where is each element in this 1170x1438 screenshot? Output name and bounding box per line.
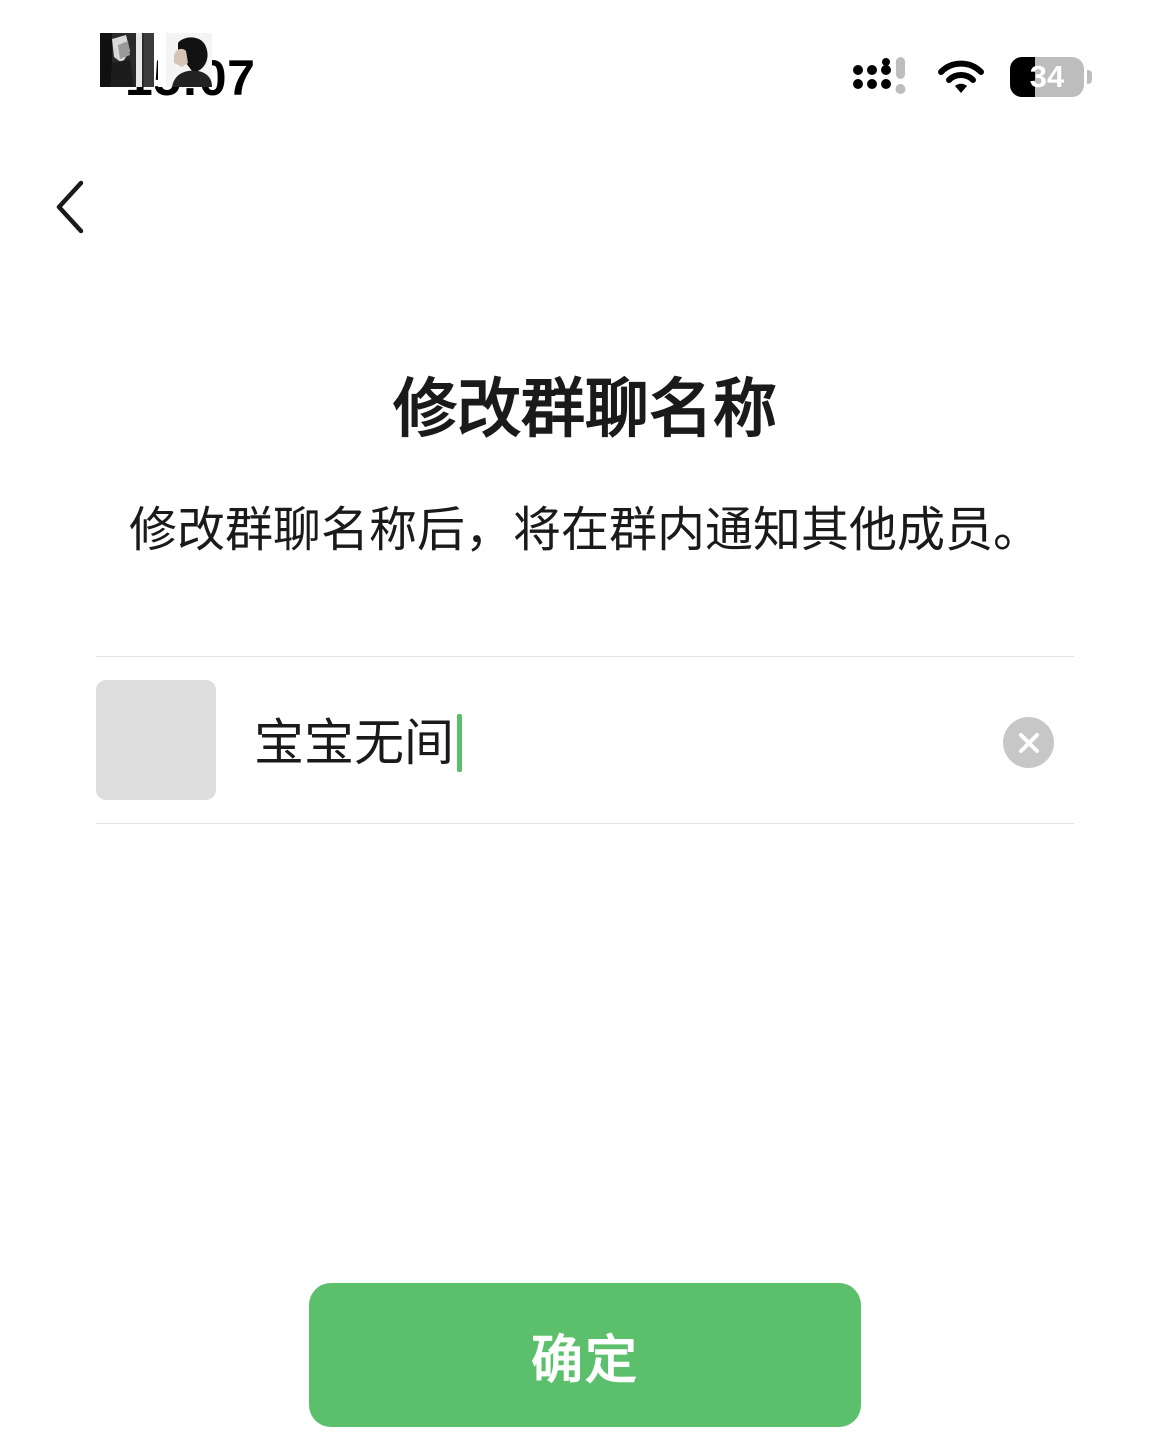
battery-icon: 34: [1010, 55, 1092, 99]
back-button[interactable]: [40, 172, 100, 242]
chevron-left-icon: [56, 180, 84, 234]
cellular-signal-icon: [853, 57, 906, 94]
divider: [96, 823, 1074, 824]
wifi-icon: [938, 60, 984, 93]
page-description: 修改群聊名称后，将在群内通知其他成员。: [128, 502, 1041, 558]
page-title: 修改群聊名称: [393, 373, 777, 447]
confirm-button[interactable]: 确定: [309, 1283, 861, 1427]
divider: [96, 656, 1074, 657]
member-avatar: [158, 33, 212, 87]
group-name-input[interactable]: 宝宝无间: [254, 708, 462, 778]
member-avatar: [100, 33, 154, 87]
battery-level: 34: [1029, 59, 1065, 94]
status-icons: 34: [852, 54, 1092, 100]
clear-x-icon: [1018, 732, 1039, 753]
group-avatar: [96, 680, 216, 800]
text-cursor: [457, 714, 462, 772]
clear-input-button[interactable]: [1003, 717, 1054, 768]
group-name-value: 宝宝无间: [254, 714, 454, 772]
